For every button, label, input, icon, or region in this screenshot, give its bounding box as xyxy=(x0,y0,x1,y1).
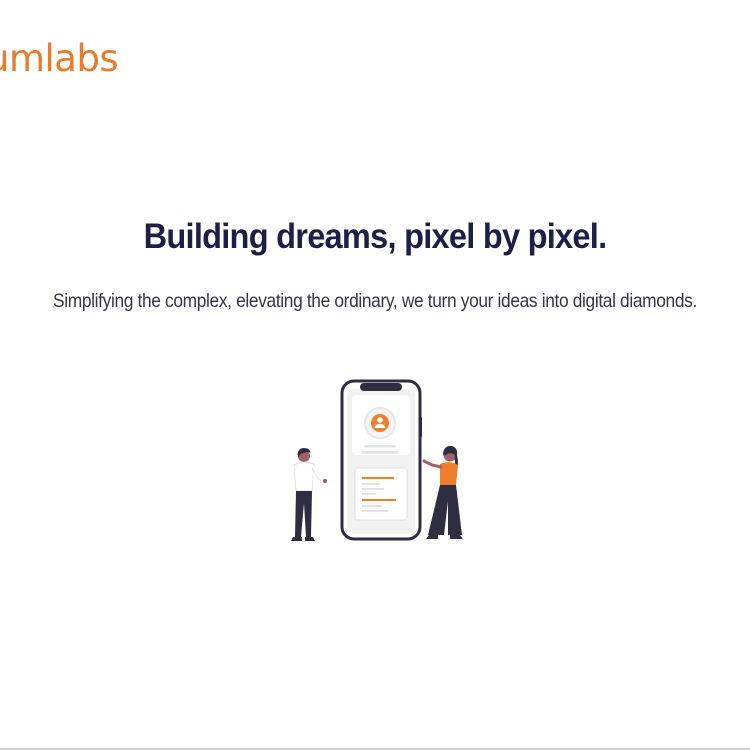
logo[interactable]: umlabs xyxy=(0,40,119,77)
hero-title: Building dreams, pixel by pixel. xyxy=(143,217,608,256)
people-with-phone-illustration-icon xyxy=(280,375,470,545)
hero-subtitle: Simplifying the complex, elevating the o… xyxy=(53,290,697,312)
page: umlabs Building dreams, pixel by pixel. … xyxy=(0,0,750,750)
